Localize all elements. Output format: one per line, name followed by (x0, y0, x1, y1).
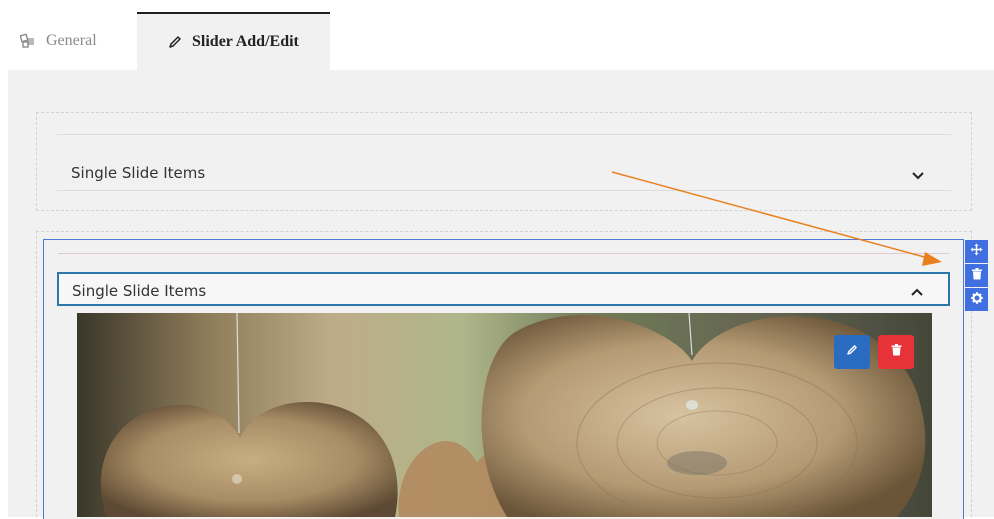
chevron-up-icon[interactable] (910, 284, 924, 296)
tab-general[interactable]: General (20, 12, 97, 70)
divider (57, 134, 951, 135)
widget-toolbar (965, 240, 988, 312)
widget-settings-button[interactable] (965, 288, 988, 311)
delete-widget-button[interactable] (965, 264, 988, 287)
move-icon (970, 243, 983, 261)
cubes-icon (20, 33, 36, 49)
divider (58, 253, 949, 254)
tab-slider-label: Slider Add/Edit (192, 33, 299, 50)
pencil-icon (846, 343, 858, 361)
delete-slide-button[interactable] (878, 335, 914, 369)
chevron-down-icon[interactable] (911, 168, 925, 180)
tab-bar: General Slider Add/Edit (0, 0, 994, 70)
section-title: Single Slide Items (72, 282, 207, 300)
slide-items-toggle[interactable]: Single Slide Items (57, 272, 950, 306)
tab-general-label: General (46, 32, 97, 49)
slide-image (77, 313, 932, 517)
divider (57, 190, 951, 191)
pencil-icon (168, 35, 182, 49)
gear-icon (970, 291, 983, 309)
slide-items-section-collapsed: Single Slide Items (36, 112, 972, 211)
edit-slide-button[interactable] (834, 335, 870, 369)
trash-icon (971, 267, 982, 285)
move-widget-button[interactable] (965, 240, 988, 263)
section-title[interactable]: Single Slide Items (71, 164, 205, 182)
trash-icon (891, 343, 902, 361)
tab-slider-add-edit[interactable]: Slider Add/Edit (137, 12, 330, 70)
